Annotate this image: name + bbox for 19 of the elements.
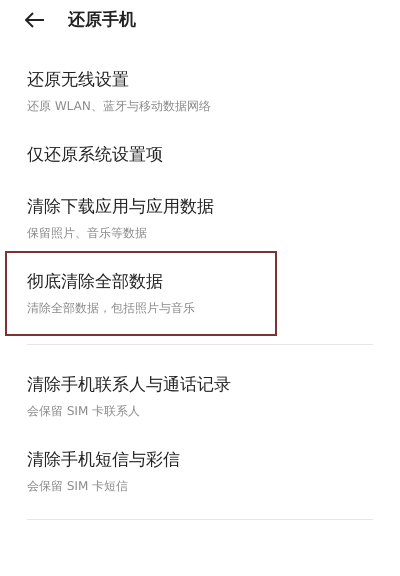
setting-item[interactable]: 清除下载应用与应用数据 保留照片、音乐等数据 xyxy=(10,181,373,256)
item-title: 仅还原系统设置项 xyxy=(27,144,164,167)
item-subtitle: 清除全部数据，包括照片与音乐 xyxy=(27,300,196,317)
setting-item[interactable]: 清除手机短信与彩信 会保留 SIM 卡短信 xyxy=(10,434,373,509)
setting-item[interactable]: 还原无线设置 还原 WLAN、蓝牙与移动数据网络 xyxy=(10,54,373,129)
item-title: 还原无线设置 xyxy=(27,69,130,92)
item-title: 清除手机短信与彩信 xyxy=(27,449,181,472)
setting-item[interactable]: 仅还原系统设置项 xyxy=(10,129,373,181)
item-subtitle: 保留照片、音乐等数据 xyxy=(27,225,148,242)
item-subtitle: 会保留 SIM 卡短信 xyxy=(27,478,130,495)
page-title: 还原手机 xyxy=(68,9,136,32)
back-icon xyxy=(25,12,45,28)
item-title: 彻底清除全部数据 xyxy=(27,271,164,294)
item-subtitle: 还原 WLAN、蓝牙与移动数据网络 xyxy=(27,98,212,115)
setting-item[interactable]: 清除手机联系人与通话记录 会保留 SIM 卡联系人 xyxy=(10,359,373,434)
item-title: 清除手机联系人与通话记录 xyxy=(27,374,232,397)
item-title: 清除下载应用与应用数据 xyxy=(27,196,215,219)
setting-item[interactable]: 彻底清除全部数据 清除全部数据，包括照片与音乐 xyxy=(10,256,272,331)
item-subtitle: 会保留 SIM 卡联系人 xyxy=(27,403,142,420)
